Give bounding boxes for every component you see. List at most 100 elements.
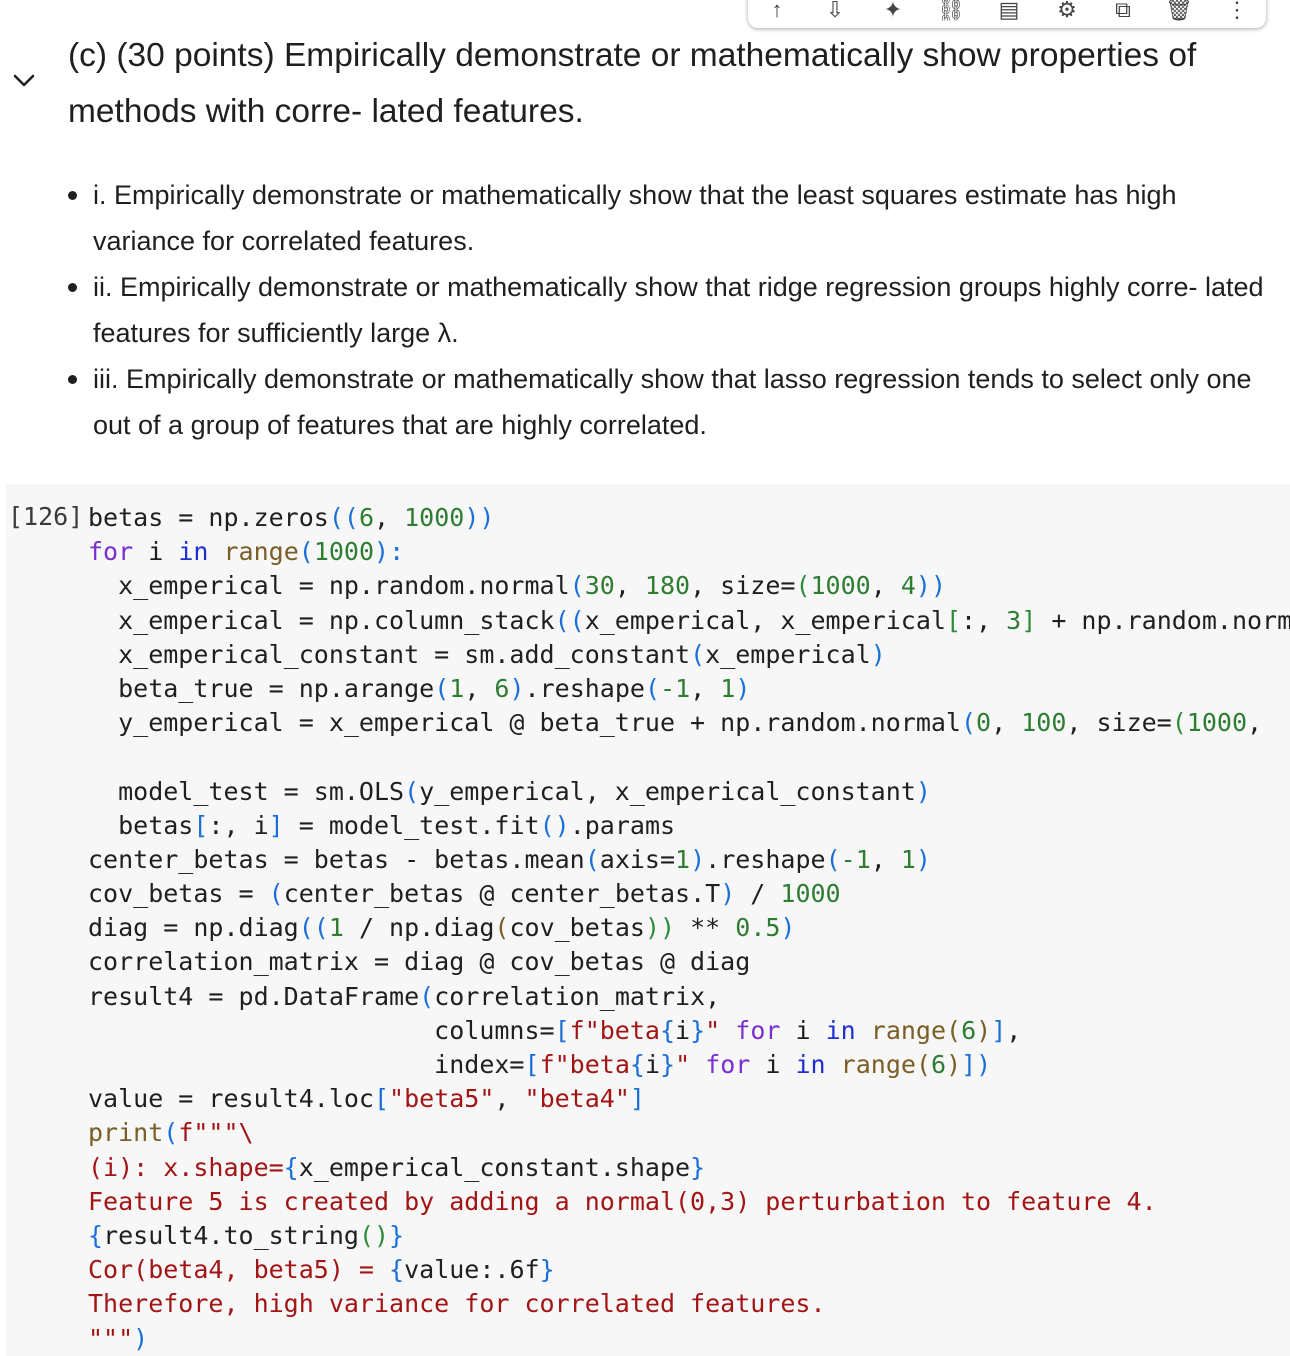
code-token: model_test = sm.OLS (88, 776, 405, 806)
code-editor[interactable]: betas = np.zeros((6, 1000)) for i in rang… (88, 501, 1290, 1356)
code-token: { (389, 1255, 405, 1285)
code-line: Therefore, high variance for correlated … (88, 1287, 1290, 1321)
code-token: 1000 (313, 537, 375, 567)
code-token: result4 = pd.DataFrame (88, 981, 420, 1011)
execution-count[interactable]: [126] (8, 502, 83, 531)
collapse-section-button[interactable] (10, 66, 38, 94)
code-token: 1 (720, 673, 736, 703)
code-token: 0 (976, 708, 992, 738)
chevron-down-icon (13, 74, 35, 87)
code-token: [ (554, 1015, 570, 1045)
code-token: cov_betas (509, 913, 645, 943)
settings-gear-icon[interactable]: ⚙ (1050, 0, 1084, 22)
code-token: ] (1021, 605, 1037, 635)
code-token: range (840, 1050, 916, 1079)
link-icon[interactable]: ⛓ (934, 0, 968, 22)
code-token: cov_betas = (88, 879, 269, 909)
code-token: 6 (931, 1050, 947, 1079)
code-token: ( (915, 1050, 931, 1079)
code-line: x_emperical = np.column_stack((x_emperic… (88, 604, 1290, 638)
code-line: for i in range(1000): (88, 535, 1290, 569)
code-token: ( (1171, 708, 1187, 738)
code-line: cov_betas = (center_betas @ center_betas… (88, 877, 1290, 911)
more-options-icon[interactable]: ⋮ (1220, 0, 1254, 22)
code-token: ( (434, 673, 450, 703)
code-token: 0.5 (735, 913, 781, 943)
code-token: (( (328, 503, 359, 532)
code-token: 1000 (404, 503, 465, 532)
code-token: ( (795, 571, 811, 601)
code-token: .reshape (705, 844, 826, 874)
code-token: [ (373, 1084, 390, 1114)
code-token: [ (524, 1050, 540, 1079)
code-token: ) (720, 879, 736, 909)
code-token: y_emperical = x_emperical @ beta_true + … (88, 708, 961, 738)
code-token: range (223, 537, 299, 567)
code-token: for (705, 1050, 751, 1079)
code-token: 1000 (780, 879, 841, 909)
code-token: value:.6f (404, 1255, 540, 1285)
code-token: y_emperical, x_emperical_constant (419, 776, 916, 806)
list-item: i. Empirically demonstrate or mathematic… (68, 172, 1280, 264)
code-token: } (389, 1220, 405, 1250)
code-token: + np.random.normal (1051, 605, 1290, 635)
code-token: () (358, 1220, 390, 1250)
code-token: { (629, 1050, 645, 1079)
code-token: ( (644, 673, 661, 703)
code-token: -1 (840, 844, 871, 874)
mirror-cell-icon[interactable]: ⧉ (1106, 0, 1140, 22)
code-token: = model_test.fit (283, 810, 540, 840)
code-token: f"""\ (178, 1118, 254, 1148)
code-token: ( (584, 844, 600, 874)
code-token: ) (915, 844, 931, 874)
code-token: ) (735, 673, 751, 703)
code-token: { (283, 1152, 299, 1182)
code-token: ( (569, 571, 585, 601)
code-token: -1 (660, 673, 691, 703)
code-token: " (675, 1050, 691, 1079)
code-token: 6 (961, 1015, 977, 1045)
code-line: center_betas = betas - betas.mean(axis=1… (88, 843, 1290, 877)
code-token: , (870, 844, 901, 874)
code-token: , size= (1066, 708, 1172, 738)
code-token: columns= (88, 1015, 555, 1045)
code-cell[interactable]: [126] betas = np.zeros((6, 1000)) for i i… (6, 484, 1290, 1356)
code-token: ) (976, 1015, 992, 1045)
code-token: " (705, 1015, 721, 1045)
code-line: diag = np.diag((1 / np.diag(cov_betas)) … (88, 911, 1290, 945)
section-heading: (c) (30 points) Empirically demonstrate … (68, 37, 1197, 130)
code-token: 1 (900, 844, 916, 874)
code-token: )) (915, 571, 946, 601)
move-cell-down-icon[interactable]: ⇩ (818, 0, 852, 22)
code-token: ( (419, 981, 435, 1011)
code-line: model_test = sm.OLS(y_emperical, x_emper… (88, 775, 1290, 809)
gemini-sparkle-icon[interactable]: ✦ (876, 0, 910, 22)
code-token: center_betas @ center_betas.T (283, 879, 721, 909)
code-token: } (690, 1152, 706, 1182)
code-token: ( (825, 844, 841, 874)
code-token: ( (690, 639, 706, 669)
code-line: x_emperical_constant = sm.add_constant(x… (88, 638, 1290, 672)
code-line: columns=[f"beta{i}" for i in range(6)], (88, 1014, 1290, 1048)
code-token: ] (991, 1015, 1007, 1045)
code-token: betas (88, 810, 194, 840)
code-token: 3 (1006, 605, 1022, 635)
delete-trash-icon[interactable]: 🗑 (1162, 0, 1196, 22)
code-line: value = result4.loc["beta5", "beta4"] (88, 1082, 1290, 1116)
code-token: ) (133, 1323, 149, 1353)
code-token: ( (298, 537, 314, 567)
code-token: (( (554, 605, 585, 635)
code-line: index=[f"beta{i}" for i in range(6)]) (88, 1048, 1290, 1082)
move-cell-up-icon[interactable]: ↑ (760, 0, 794, 22)
comment-icon[interactable]: ▤ (992, 0, 1026, 22)
code-token: , (494, 1084, 525, 1114)
markdown-cell[interactable]: (c) (30 points) Empirically demonstrate … (68, 28, 1268, 140)
code-token: ( (494, 913, 510, 943)
list-item: ii. Empirically demonstrate or mathemati… (68, 264, 1280, 356)
code-token: x_emperical, x_emperical (584, 605, 946, 635)
code-line: result4 = pd.DataFrame(correlation_matri… (88, 980, 1290, 1014)
